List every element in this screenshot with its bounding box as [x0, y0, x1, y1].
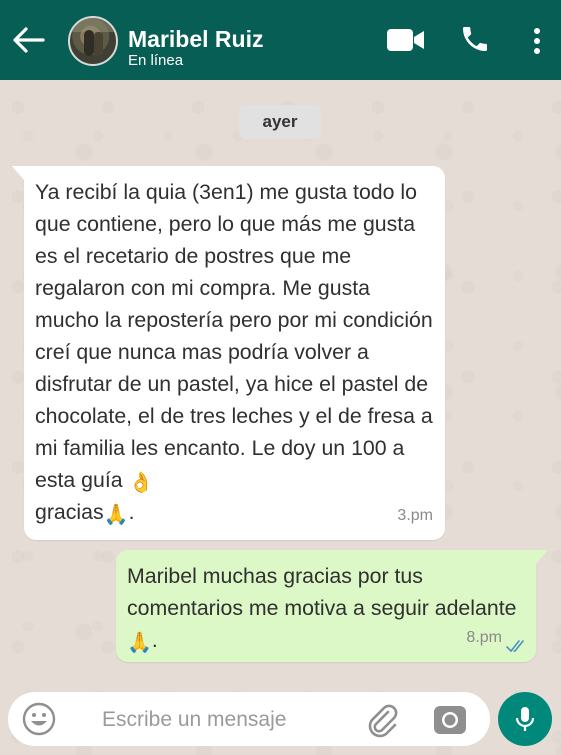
- date-separator: ayer: [239, 105, 321, 139]
- message-time: 3.pm: [397, 507, 433, 524]
- message-input[interactable]: [102, 700, 342, 740]
- folded-hands-emoji: 🙏: [103, 504, 129, 526]
- emoji-icon[interactable]: [22, 702, 56, 736]
- paperclip-icon[interactable]: [364, 702, 400, 738]
- microphone-button[interactable]: [498, 692, 552, 746]
- arrow-left-icon[interactable]: [10, 24, 46, 56]
- microphone-icon: [515, 707, 535, 731]
- double-check-icon: [506, 640, 524, 653]
- avatar[interactable]: [68, 16, 118, 66]
- message-composer: [8, 692, 490, 746]
- more-vertical-icon[interactable]: [528, 26, 546, 56]
- message-time: 8.pm: [466, 629, 502, 646]
- outgoing-message-bubble[interactable]: Maribel muchas gracias por tus comentari…: [116, 550, 548, 662]
- video-camera-icon[interactable]: [386, 28, 426, 52]
- phone-icon[interactable]: [458, 23, 492, 55]
- message-text: Ya recibí la quia (3en1) me gusta todo l…: [35, 180, 433, 526]
- camera-icon[interactable]: [432, 702, 468, 738]
- chat-header: Maribel Ruiz En línea: [0, 0, 561, 80]
- avatar-photo-figure: [94, 32, 103, 56]
- avatar-photo-figure: [84, 30, 94, 56]
- contact-status: En línea: [128, 52, 184, 69]
- avatar-photo-leaves: [70, 18, 116, 32]
- folded-hands-emoji: 🙏: [127, 632, 152, 654]
- ok-hand-emoji: 👌: [128, 472, 154, 494]
- incoming-message-bubble[interactable]: Ya recibí la quia (3en1) me gusta todo l…: [12, 166, 445, 540]
- message-text: Maribel muchas gracias por tus comentari…: [127, 564, 517, 654]
- contact-name[interactable]: Maribel Ruiz: [128, 26, 263, 53]
